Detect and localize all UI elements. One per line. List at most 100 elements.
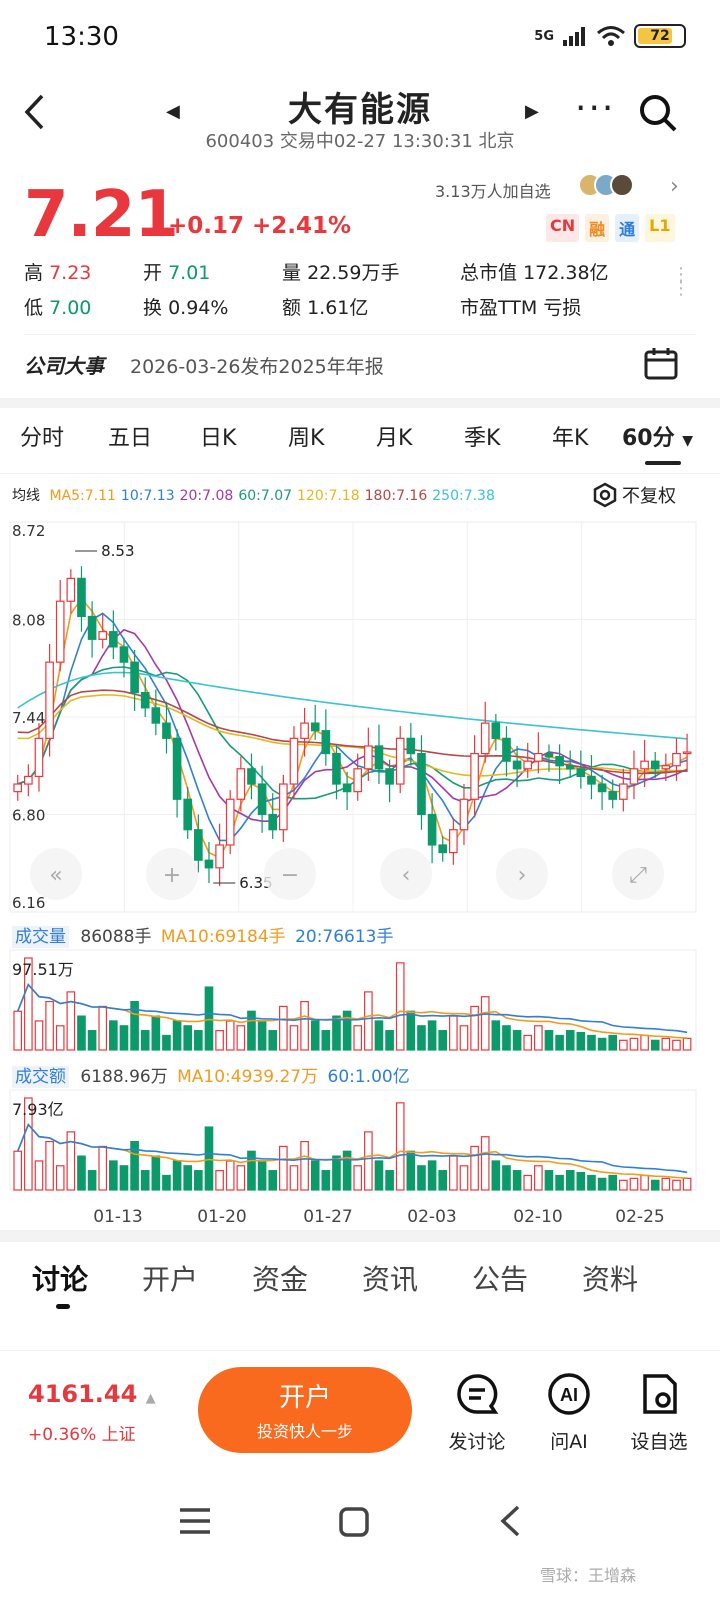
volume-bar xyxy=(640,1174,649,1191)
candle xyxy=(640,760,649,770)
menu-icon[interactable] xyxy=(178,1506,212,1536)
x-tick-label: 01-13 xyxy=(93,1207,142,1227)
battery-icon: 72 xyxy=(634,24,686,48)
stat-open: 开 7.01 xyxy=(143,262,211,284)
ma-legend-item: 180:7.16 xyxy=(364,488,428,504)
volume-bar xyxy=(608,1034,618,1051)
tab-60min[interactable]: 60分 ▼ xyxy=(622,420,693,452)
candle xyxy=(55,600,65,663)
volume-bar xyxy=(215,1030,224,1051)
search-button[interactable] xyxy=(638,93,678,133)
volume-bar xyxy=(257,1160,267,1191)
candle xyxy=(194,829,203,861)
candle xyxy=(289,737,299,785)
open-account-button[interactable]: 开户 投资快人一步 xyxy=(198,1367,412,1453)
adjust-toggle[interactable]: 不复权 xyxy=(592,482,676,508)
ma-line xyxy=(17,628,688,823)
volume-bar xyxy=(364,1131,373,1191)
ask-ai-button[interactable]: AI 问AI xyxy=(524,1372,614,1454)
volume-bar xyxy=(672,1179,681,1191)
stat-turnover: 换 0.94% xyxy=(143,297,229,319)
chevron-right-icon[interactable]: › xyxy=(670,174,679,199)
kline-chart[interactable]: 8.728.087.446.806.168.536.35 01-13 01-20 0… xyxy=(0,510,720,1230)
tab-funds[interactable]: 资金 xyxy=(252,1258,308,1298)
candle xyxy=(385,768,394,785)
candle xyxy=(119,646,129,663)
more-stats-icon[interactable]: ⋮ ⋮ xyxy=(672,266,690,298)
followers-count[interactable]: 3.13万人加自选 xyxy=(435,178,551,202)
volume-bar xyxy=(13,1150,23,1191)
candle xyxy=(502,737,511,762)
volume-bar xyxy=(608,1174,618,1191)
add-watchlist-button[interactable]: 设自选 xyxy=(614,1372,704,1454)
volume-bar xyxy=(183,1025,193,1051)
stat-high: 高 7.23 xyxy=(24,262,92,284)
ma-line xyxy=(17,612,688,842)
ma-legend: 均线 MA5:7.11 10:7.13 20:7.08 60:7.07 120:7.18… xyxy=(12,485,495,505)
candle xyxy=(215,844,224,869)
tab-yearly[interactable]: 年K xyxy=(552,420,588,452)
volume-bar xyxy=(279,1145,288,1191)
volume-bar xyxy=(661,1037,671,1051)
stock-subtitle: 600403 交易中02-27 13:30:31 北京 xyxy=(205,131,515,152)
next-stock-button[interactable]: ▶ xyxy=(525,101,539,122)
volume-bar xyxy=(555,1034,564,1051)
candle xyxy=(470,752,479,800)
volume-bar xyxy=(491,1160,501,1191)
divider xyxy=(24,334,696,335)
company-events-text[interactable]: 2026-03-26发布2025年年报 xyxy=(130,352,384,379)
follower-avatars[interactable] xyxy=(578,173,634,197)
search-icon xyxy=(640,95,677,132)
volume-bar xyxy=(629,1177,639,1191)
status-time: 13:30 xyxy=(44,22,119,52)
home-icon[interactable] xyxy=(338,1506,370,1538)
price-change: +0.17 +2.41% xyxy=(168,213,352,239)
divider xyxy=(0,473,720,474)
candle xyxy=(204,859,214,869)
tab-news[interactable]: 资讯 xyxy=(362,1258,418,1298)
volume-bar xyxy=(268,1030,278,1051)
candle xyxy=(459,798,469,831)
avatar xyxy=(610,173,634,197)
candle xyxy=(449,829,458,854)
prev-icon-glyph: ‹ xyxy=(402,863,411,888)
x-tick-label: 02-03 xyxy=(407,1207,456,1227)
volume-bar xyxy=(13,1010,23,1051)
volume-bar xyxy=(555,1174,564,1191)
index-value[interactable]: 4161.44 ▲ xyxy=(28,1380,156,1408)
volume-bar xyxy=(619,1179,628,1191)
tab-weekly[interactable]: 周K xyxy=(288,420,324,452)
comment-icon xyxy=(457,1374,499,1414)
ma-legend-item: 60:7.07 xyxy=(238,488,293,504)
tab-quarterly[interactable]: 季K xyxy=(464,420,500,452)
back-nav-icon[interactable] xyxy=(498,1504,524,1538)
amount-header: 成交额 6188.96万 MA10:4939.27万 60:1.00亿 xyxy=(12,1062,410,1088)
volume-bar xyxy=(215,1170,224,1191)
tab-5day[interactable]: 五日 xyxy=(108,420,152,452)
candle xyxy=(321,730,331,755)
more-button[interactable]: ··· xyxy=(575,88,615,129)
tab-discussion[interactable]: 讨论 xyxy=(32,1258,88,1298)
volume-bar xyxy=(449,1155,458,1191)
candle xyxy=(109,631,118,648)
candle xyxy=(565,765,575,770)
section-divider xyxy=(0,1230,720,1242)
candle xyxy=(268,813,278,831)
tab-profile[interactable]: 资料 xyxy=(582,1258,638,1298)
x-tick-label: 01-27 xyxy=(303,1207,352,1227)
candle xyxy=(406,737,416,755)
volume-bar xyxy=(300,1140,309,1191)
volume-bar xyxy=(300,1000,309,1051)
volume-bar xyxy=(480,1136,490,1191)
tab-account[interactable]: 开户 xyxy=(142,1258,198,1298)
calendar-icon[interactable] xyxy=(644,346,678,380)
tab-announcements[interactable]: 公告 xyxy=(472,1258,528,1298)
stat-amount: 额 1.61亿 xyxy=(282,297,369,319)
volume-bar xyxy=(225,1160,235,1191)
signal-icon xyxy=(563,27,585,46)
tab-daily[interactable]: 日K xyxy=(200,420,236,452)
volume-bar xyxy=(512,1170,522,1191)
tab-monthly[interactable]: 月K xyxy=(376,420,412,452)
post-discussion-button[interactable]: 发讨论 xyxy=(432,1372,522,1454)
tab-intraday[interactable]: 分时 xyxy=(20,420,64,452)
